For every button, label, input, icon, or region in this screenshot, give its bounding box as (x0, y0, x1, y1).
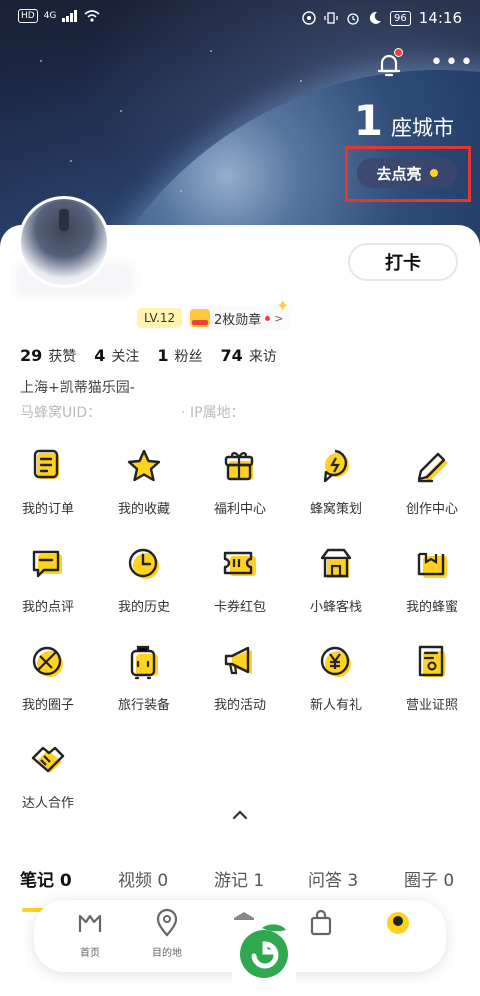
city-counter: 1 座城市 (354, 98, 454, 144)
light-up-button[interactable]: 去点亮 (357, 158, 457, 188)
stat-followers[interactable]: 1 粉丝 (157, 346, 202, 366)
profile-stats: 29 获赞 4 关注 1 粉丝 74 来访 (20, 346, 277, 366)
medal-badge[interactable]: 2枚勋章 > (188, 306, 290, 330)
circle-icon (32, 646, 63, 677)
watermark-logo (232, 920, 296, 984)
clock: 14:16 (418, 9, 462, 27)
tab-circles[interactable]: 圈子 0 (404, 866, 454, 891)
nav-shop[interactable] (291, 908, 351, 942)
grid-item-favorites[interactable]: 我的收藏 (96, 446, 192, 517)
clock-icon (128, 548, 159, 579)
hd-indicator: HD (18, 9, 38, 23)
grid-item-kol-cooperation[interactable]: 达人合作 (0, 740, 96, 811)
tab-travelogues[interactable]: 游记 1 (214, 866, 264, 891)
nav-profile[interactable] (368, 908, 428, 942)
tab-qa[interactable]: 问答 3 (308, 866, 358, 891)
grid-item-history[interactable]: 我的历史 (96, 544, 192, 615)
status-bar: HD 4G 96 14:16 (0, 0, 480, 36)
light-up-dot (429, 169, 438, 177)
stat-following[interactable]: 4 关注 (94, 346, 139, 366)
profile-icon (387, 912, 409, 934)
grid-item-activities[interactable]: 我的活动 (192, 642, 288, 713)
grid-item-circles[interactable]: 我的圈子 (0, 642, 96, 713)
eye-comfort-icon (302, 11, 316, 25)
grid-item-benefits[interactable]: 福利中心 (192, 446, 288, 517)
review-icon (32, 550, 62, 578)
level-badge[interactable]: LV.12 (137, 308, 183, 328)
uid-line: 马蜂窝UID： · IP属地： (20, 402, 245, 422)
grid-item-planning[interactable]: 蜂窝策划 (288, 446, 384, 517)
moon-icon (369, 11, 382, 24)
honey-icon (417, 552, 447, 578)
notification-dot (394, 48, 403, 57)
grid-item-travel-gear[interactable]: 旅行装备 (96, 642, 192, 713)
stat-visitors[interactable]: 74 来访 (221, 346, 277, 366)
city-count: 1 (353, 96, 383, 145)
uid-label: 马蜂窝UID： (20, 405, 102, 421)
grid-item-license[interactable]: 营业证照 (384, 642, 480, 713)
medal-icon (190, 309, 210, 327)
city-label: 座城市 (391, 116, 454, 140)
light-up-label: 去点亮 (376, 164, 422, 183)
grid-item-creation[interactable]: 创作中心 (384, 446, 480, 517)
ip-location-label: · IP属地： (181, 405, 245, 421)
sparkle-icon: ✦ (276, 296, 290, 315)
collapse-chevron-icon[interactable] (229, 808, 251, 822)
grid-item-orders[interactable]: 我的订单 (0, 446, 96, 517)
wifi-icon (84, 10, 100, 22)
nav-destinations[interactable]: 目的地 (137, 908, 197, 959)
luggage-icon (130, 645, 158, 680)
avatar[interactable] (18, 196, 110, 288)
tab-videos[interactable]: 视频 0 (118, 866, 168, 891)
nav-home[interactable]: 首页 (60, 908, 120, 959)
medal-new-dot (265, 315, 271, 321)
grid-item-honey[interactable]: 我的蜂蜜 (384, 544, 480, 615)
signal-icon (62, 10, 78, 22)
location-pin-icon (156, 908, 178, 937)
stat-likes[interactable]: 29 获赞 (20, 346, 76, 366)
more-options-icon[interactable]: ••• (430, 52, 475, 74)
profile-location: 上海+凯蒂猫乐园- (20, 380, 135, 396)
medal-count: 2枚勋章 (214, 312, 262, 328)
handshake-icon (31, 746, 65, 773)
checkin-button[interactable]: 打卡 (348, 243, 458, 281)
gift-icon (224, 452, 254, 481)
network-type: 4G (43, 11, 57, 21)
yen-coin-icon (320, 646, 351, 677)
star-icon (127, 449, 161, 482)
megaphone-icon (224, 646, 252, 675)
planning-icon (323, 449, 349, 483)
tab-notes[interactable]: 笔记 0 (20, 866, 72, 891)
bag-icon (310, 909, 332, 936)
grid-item-newcomer-gift[interactable]: 新人有礼 (288, 642, 384, 713)
grid-item-coupons[interactable]: 卡券红包 (192, 544, 288, 615)
avatar-figure (59, 209, 69, 231)
vibrate-icon (324, 12, 338, 24)
order-icon (33, 449, 59, 479)
grid-item-inn[interactable]: 小蜂客栈 (288, 544, 384, 615)
home-icon (78, 914, 102, 932)
battery-level: 96 (390, 10, 411, 26)
pen-icon (417, 452, 448, 483)
alarm-icon (347, 13, 359, 25)
coupon-icon (223, 551, 256, 576)
content-tabs: 笔记 0 视频 0 游记 1 问答 3 圈子 0 (0, 866, 480, 900)
grid-item-reviews[interactable]: 我的点评 (0, 544, 96, 615)
inn-icon (320, 548, 352, 578)
license-icon (418, 645, 445, 677)
